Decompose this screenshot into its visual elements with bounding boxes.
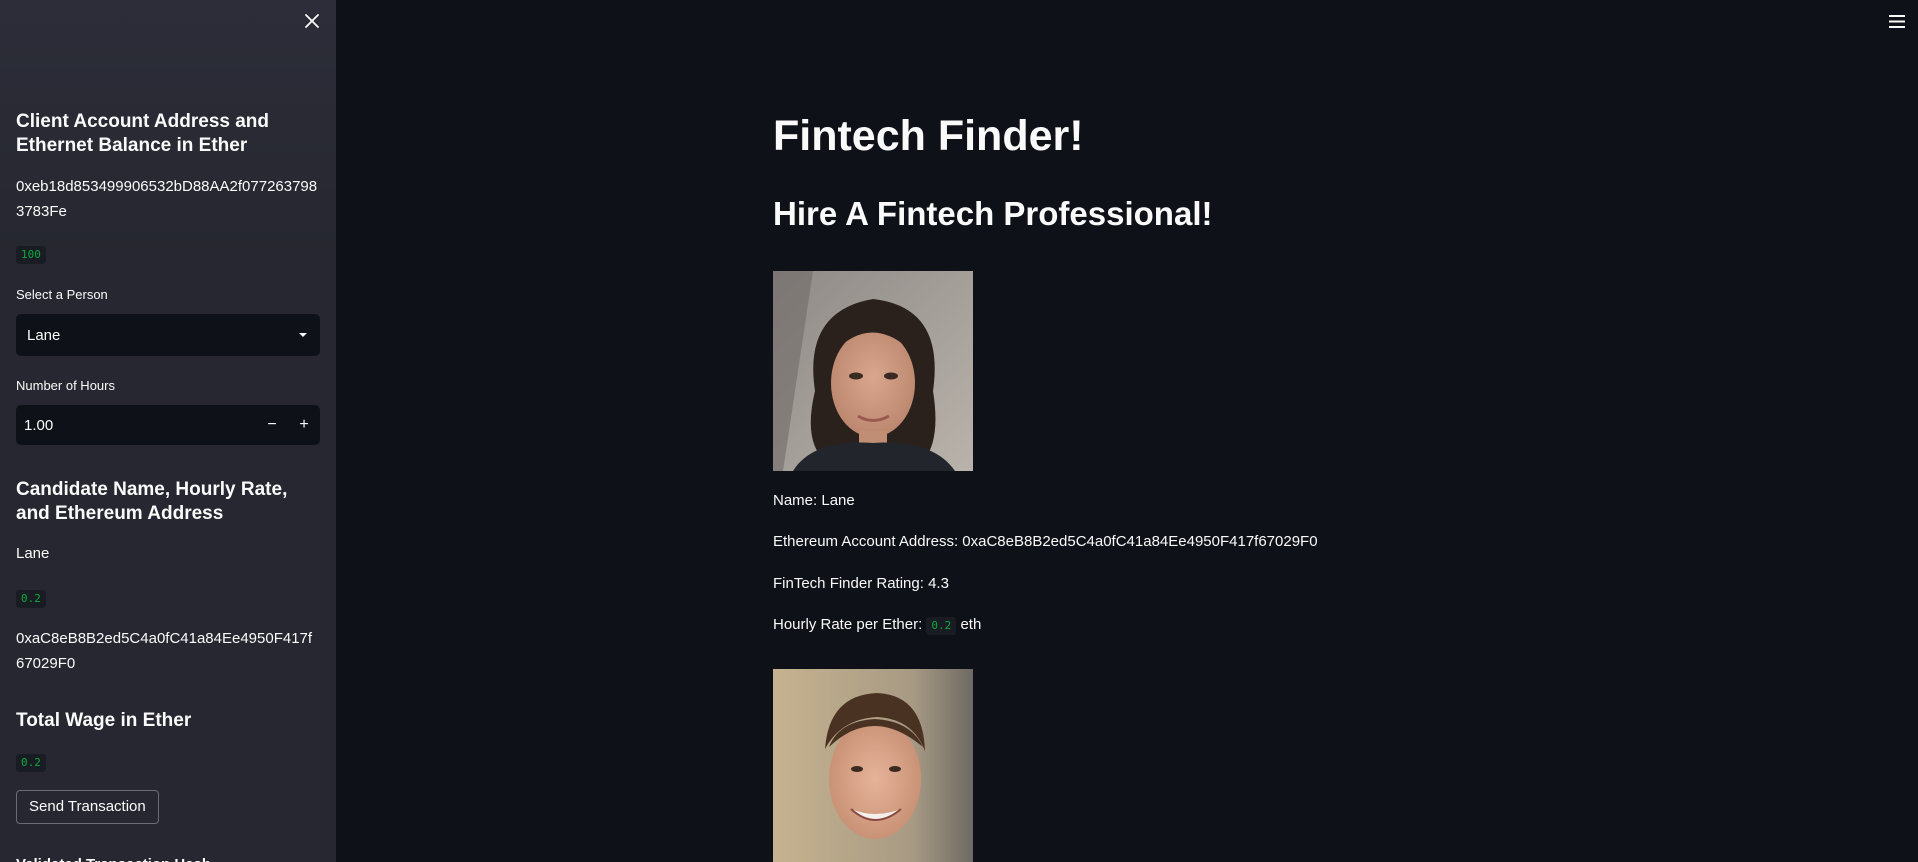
hamburger-menu-icon xyxy=(1889,14,1905,28)
send-transaction-button[interactable]: Send Transaction xyxy=(16,790,159,824)
select-person-value: Lane xyxy=(27,326,61,344)
candidate-rate: 0.2 xyxy=(16,590,46,608)
hourly-rate-prefix: Hourly Rate per Ether: xyxy=(773,616,923,633)
close-icon xyxy=(305,14,319,28)
profile-name: Name: Lane xyxy=(773,492,855,509)
profile-address: Ethereum Account Address: 0xaC8eB8B2ed5C… xyxy=(773,533,1318,550)
select-person-label: Select a Person xyxy=(16,287,108,302)
minus-icon: − xyxy=(267,416,277,433)
client-account-heading: Client Account Address and Ethernet Bala… xyxy=(16,111,270,156)
hours-input-field[interactable] xyxy=(16,404,256,446)
close-sidebar-button[interactable] xyxy=(300,9,324,33)
app-window: Client Account Address and Ethernet Bala… xyxy=(0,0,1918,862)
page-subtitle: Hire A Fintech Professional! xyxy=(773,195,1213,232)
select-person-dropdown[interactable]: Lane xyxy=(16,314,320,356)
validated-hash-heading: Validated Transaction Hash xyxy=(16,853,320,862)
client-address: 0xeb18d853499906532bD88AA2f0772637983783… xyxy=(16,178,318,220)
profile-hourly-rate: Hourly Rate per Ether: 0.2 eth xyxy=(773,615,981,635)
hours-number-input: − + xyxy=(16,404,320,446)
hourly-rate-suffix: eth xyxy=(960,616,982,633)
page-title: Fintech Finder! xyxy=(773,112,1084,160)
hours-label: Number of Hours xyxy=(16,378,115,393)
candidate-name: Lane xyxy=(16,545,50,562)
sidebar: Client Account Address and Ethernet Bala… xyxy=(0,0,336,862)
main-menu-button[interactable] xyxy=(1886,10,1908,32)
candidate-photo-next xyxy=(773,669,973,862)
hourly-rate-value: 0.2 xyxy=(926,617,957,635)
total-wage-value: 0.2 xyxy=(16,754,46,772)
candidate-photo-lane xyxy=(773,271,973,471)
candidate-heading: Candidate Name, Hourly Rate, and Ethereu… xyxy=(16,479,288,524)
caret-down-icon xyxy=(299,333,307,337)
candidate-address: 0xaC8eB8B2ed5C4a0fC41a84Ee4950F417f67029… xyxy=(16,630,313,672)
client-balance: 100 xyxy=(16,246,46,264)
decrement-hours-button[interactable]: − xyxy=(256,405,288,445)
total-wage-heading: Total Wage in Ether xyxy=(16,710,192,731)
plus-icon: + xyxy=(299,416,309,433)
increment-hours-button[interactable]: + xyxy=(288,405,320,445)
profile-rating: FinTech Finder Rating: 4.3 xyxy=(773,575,949,592)
